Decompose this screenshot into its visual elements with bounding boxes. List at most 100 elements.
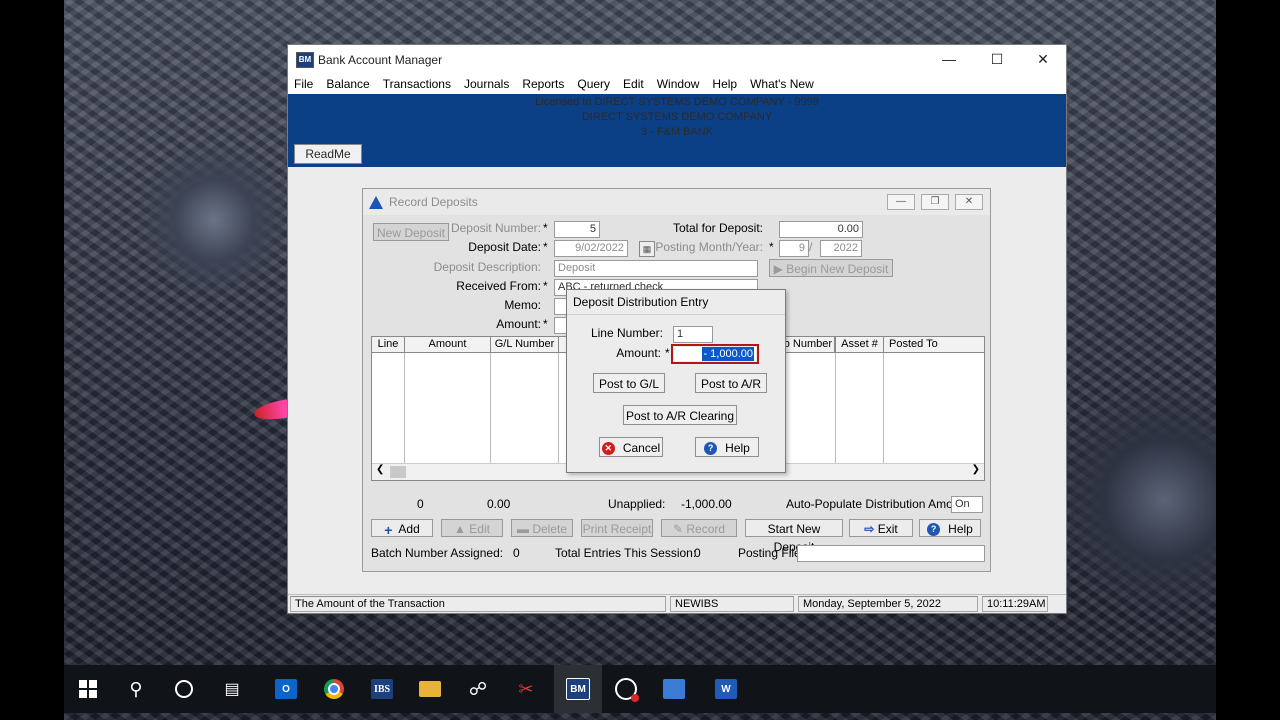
status-message: The Amount of the Transaction — [290, 596, 666, 612]
grid-col-asset[interactable]: Asset # — [836, 337, 884, 352]
auto-populate-field[interactable]: On — [951, 496, 983, 513]
help-icon: ? — [704, 442, 718, 456]
grid-col-posted-to[interactable]: Posted To — [884, 337, 984, 352]
word-icon[interactable]: W — [702, 665, 750, 713]
cortana-icon[interactable] — [160, 665, 208, 713]
deposit-number-label: Deposit Number: — [450, 221, 541, 235]
scroll-thumb[interactable] — [390, 466, 406, 478]
required-mark: * — [543, 221, 548, 235]
file-explorer-icon[interactable] — [406, 665, 454, 713]
help-icon: ? — [927, 523, 941, 537]
child-minimize-button[interactable]: — — [887, 194, 915, 210]
license-banner: Licensed to DIRECT SYSTEMS DEMO COMPANY … — [288, 94, 1066, 167]
dialog-amount-value: - 1,000.00 — [702, 347, 754, 361]
help-button[interactable]: ? Help — [919, 519, 981, 537]
dialog-amount-label: Amount: — [616, 346, 661, 360]
edit-button[interactable]: ▲ Edit — [441, 519, 503, 537]
grid-total-amount: 0.00 — [487, 497, 511, 511]
close-button[interactable]: ✕ — [1020, 45, 1066, 74]
add-label: Add — [398, 522, 420, 536]
menu-query[interactable]: Query — [577, 77, 610, 91]
received-from-label: Received From: — [456, 279, 541, 293]
posting-file-field[interactable] — [797, 545, 985, 562]
memo-label: Memo: — [504, 298, 541, 312]
banner-company-line: DIRECT SYSTEMS DEMO COMPANY — [581, 111, 773, 123]
auto-populate-label: Auto-Populate Distribution Amount: — [786, 497, 973, 511]
post-to-gl-button[interactable]: Post to G/L — [593, 373, 665, 393]
record-deposits-title: Record Deposits — [389, 195, 478, 209]
post-to-ar-clearing-button[interactable]: Post to A/R Clearing — [623, 405, 737, 425]
ibs-icon[interactable]: IBS — [358, 665, 406, 713]
record-button[interactable]: ✎ Record — [661, 519, 737, 537]
bam-icon[interactable]: BM — [554, 665, 602, 713]
date-separator: / — [809, 240, 813, 254]
grid-divider — [883, 353, 884, 477]
deposit-distribution-dialog: Deposit Distribution Entry Line Number: … — [566, 289, 786, 473]
add-button[interactable]: + Add — [371, 519, 433, 538]
record-icon[interactable] — [602, 665, 650, 713]
status-bar: The Amount of the Transaction NEWIBS Mon… — [288, 594, 1066, 613]
scroll-right-icon[interactable]: ❯ — [972, 464, 980, 475]
dialog-amount-field[interactable]: - 1,000.00 — [674, 347, 756, 361]
print-receipt-button[interactable]: Print Receipt — [581, 519, 653, 537]
readme-button[interactable]: ReadMe — [294, 144, 362, 164]
posting-month-field[interactable]: 9 — [779, 240, 809, 257]
deposit-triangle-icon — [369, 195, 383, 209]
grid-divider — [558, 353, 559, 477]
plus-icon: + — [384, 521, 393, 538]
unapplied-value: -1,000.00 — [681, 497, 732, 511]
search-icon[interactable]: ⚲ — [112, 665, 160, 713]
chrome-icon[interactable] — [310, 665, 358, 713]
delete-icon: ▬ — [516, 522, 529, 536]
deposit-number-field[interactable]: 5 — [554, 221, 600, 238]
grid-col-gl-number[interactable]: G/L Number — [491, 337, 559, 352]
record-deposits-title-bar[interactable]: Record Deposits — ❐ ✕ — [363, 189, 990, 215]
required-mark: * — [769, 240, 774, 254]
menu-reports[interactable]: Reports — [522, 77, 564, 91]
cancel-label: Cancel — [622, 441, 661, 455]
outlook-icon[interactable]: O — [262, 665, 310, 713]
menu-edit[interactable]: Edit — [623, 77, 644, 91]
posting-year-field[interactable]: 2022 — [820, 240, 862, 257]
exit-button[interactable]: ⇨ Exit — [849, 519, 913, 537]
posting-month-year-label: Posting Month/Year: — [655, 240, 763, 254]
menu-journals[interactable]: Journals — [464, 77, 509, 91]
remote-desktop-icon[interactable] — [650, 665, 698, 713]
dialog-help-button[interactable]: ? Help — [695, 437, 759, 457]
required-mark: * — [543, 240, 548, 254]
menu-whats-new[interactable]: What's New — [750, 77, 814, 91]
task-view-icon[interactable]: ▤ — [208, 665, 256, 713]
deposit-description-label: Deposit Description: — [433, 260, 541, 274]
grid-col-line[interactable]: Line — [372, 337, 405, 352]
new-deposit-button[interactable]: New Deposit — [373, 223, 449, 241]
start-new-deposit-button[interactable]: Start New Deposit — [745, 519, 843, 554]
menu-window[interactable]: Window — [657, 77, 700, 91]
menu-help[interactable]: Help — [712, 77, 737, 91]
title-bar[interactable]: BM Bank Account Manager — ☐ ✕ — [288, 45, 1066, 74]
status-time: 10:11:29AM — [982, 596, 1048, 612]
headset-icon[interactable]: ☍ — [454, 665, 502, 713]
total-entries-label: Total Entries This Session: — [555, 546, 697, 560]
maximize-button[interactable]: ☐ — [974, 45, 1020, 74]
child-close-button[interactable]: ✕ — [955, 194, 983, 210]
windows-start-icon[interactable] — [64, 665, 112, 713]
deposit-description-field[interactable]: Deposit — [554, 260, 758, 277]
deposit-date-field[interactable]: 9/02/2022 — [554, 240, 628, 257]
scroll-left-icon[interactable]: ❮ — [376, 464, 384, 475]
begin-new-deposit-button[interactable]: ▶ Begin New Deposit — [769, 259, 893, 277]
line-number-field[interactable]: 1 — [673, 326, 713, 343]
total-entries-value: 0 — [694, 546, 701, 560]
child-restore-button[interactable]: ❐ — [921, 194, 949, 210]
snip-icon[interactable]: ✂ — [502, 665, 550, 713]
menu-transactions[interactable]: Transactions — [383, 77, 451, 91]
grid-col-amount[interactable]: Amount — [405, 337, 491, 352]
grid-col-number[interactable]: o Number — [778, 337, 836, 352]
cancel-icon: ✕ — [601, 442, 615, 456]
cancel-button[interactable]: ✕ Cancel — [599, 437, 663, 457]
menu-balance[interactable]: Balance — [326, 77, 369, 91]
dialog-title[interactable]: Deposit Distribution Entry — [567, 290, 785, 315]
menu-file[interactable]: File — [294, 77, 313, 91]
minimize-button[interactable]: — — [926, 45, 972, 74]
post-to-ar-button[interactable]: Post to A/R — [695, 373, 767, 393]
delete-button[interactable]: ▬ Delete — [511, 519, 573, 537]
